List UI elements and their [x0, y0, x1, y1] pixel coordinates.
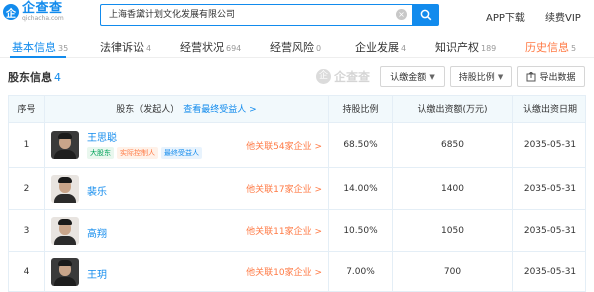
top-header: 企 企查查 qichacha.com 上海香黛计划文化发展有限公司 × APP下…: [0, 0, 594, 32]
associated-companies-link[interactable]: 他关联11家企业 >: [246, 224, 322, 237]
holder-cell: 高翔 他关联11家企业 >: [45, 210, 329, 251]
active-tab-indicator: [10, 56, 66, 58]
amount-cell: 6850: [393, 123, 513, 167]
search-button[interactable]: [412, 4, 439, 26]
site-logo[interactable]: 企 企查查 qichacha.com: [3, 2, 64, 22]
tag-controller: 实际控制人: [117, 147, 158, 159]
logo-domain: qichacha.com: [22, 15, 64, 22]
tab-basic-info[interactable]: 基本信息 35: [12, 39, 68, 55]
date-cell: 2035-05-31: [523, 140, 577, 150]
clear-search-icon[interactable]: ×: [396, 9, 407, 20]
watermark-logo: 企 企查查: [316, 68, 370, 85]
date-cell: 2035-05-31: [523, 225, 577, 236]
holder-tags: 大股东 实际控制人 最终受益人: [87, 147, 202, 159]
col-amount: 认缴出资额(万元): [393, 96, 513, 124]
export-button[interactable]: 导出数据: [517, 66, 585, 87]
nav-tabs: 基本信息 35 法律诉讼 4 经营状况 694 经营风险 0 企业发展 4 知识产权 189…: [0, 36, 594, 58]
holder-name[interactable]: 王玥: [87, 266, 107, 281]
table-row: 3 高翔 他关联11家企业 > 10.50% 1050 2035-05-31: [8, 210, 586, 252]
ratio-cell: 10.50%: [329, 210, 393, 251]
logo-mark-icon: 企: [3, 4, 19, 20]
tab-operations[interactable]: 经营状况 694: [180, 39, 241, 55]
associated-companies-link[interactable]: 他关联17家企业 >: [246, 182, 322, 195]
search-icon: [420, 9, 431, 21]
row-index: 4: [9, 252, 45, 291]
date-cell: 2035-05-31: [523, 183, 577, 194]
associated-companies-link[interactable]: 他关联10家企业 >: [246, 265, 322, 278]
date-cell: 2035-05-31: [523, 266, 577, 277]
col-holder: 股东（发起人） 查看最终受益人 >: [45, 96, 329, 124]
avatar[interactable]: [51, 258, 79, 286]
chevron-down-icon: ▼: [497, 72, 504, 81]
amount-cell: 1400: [393, 168, 513, 209]
avatar[interactable]: [51, 175, 79, 203]
associated-companies-link[interactable]: 他关联54家企业 >: [246, 139, 322, 152]
tab-development[interactable]: 企业发展 4: [355, 39, 406, 55]
section-count: 4: [54, 71, 61, 84]
avatar[interactable]: [51, 217, 79, 245]
tab-history[interactable]: 历史信息 5: [525, 39, 576, 55]
sort-amount-button[interactable]: 认缴金额 ▼: [380, 66, 445, 87]
renew-vip-link[interactable]: 续费VIP: [545, 9, 581, 24]
section-title: 股东信息 4: [8, 71, 61, 84]
amount-cell: 1050: [393, 210, 513, 251]
holder-cell: 裴乐 他关联17家企业 >: [45, 168, 329, 209]
table-row: 4 王玥 他关联10家企业 > 7.00% 700 2035-05-31: [8, 252, 586, 292]
logo-title: 企查查: [22, 1, 63, 16]
col-date: 认缴出资日期: [522, 105, 577, 115]
ratio-cell: 68.50%: [329, 123, 393, 167]
col-index: 序号: [9, 96, 45, 124]
table-header: 序号 股东（发起人） 查看最终受益人 > 持股比例 认缴出资额(万元) 认缴出资日…: [8, 95, 586, 124]
holder-name[interactable]: 高翔: [87, 225, 107, 240]
beneficiary-link[interactable]: 查看最终受益人 >: [183, 105, 256, 115]
tab-ip[interactable]: 知识产权 189: [435, 39, 496, 55]
watermark-icon: 企: [316, 69, 331, 84]
holder-cell: 王玥 他关联10家企业 >: [45, 252, 329, 291]
table-row: 1 王思聪 大股东 实际控制人 最终受益人 他关联54家企业 > 68.50% …: [8, 123, 586, 168]
tab-legal[interactable]: 法律诉讼 4: [100, 39, 151, 55]
tag-beneficiary: 最终受益人: [161, 147, 202, 159]
sort-ratio-button[interactable]: 持股比例 ▼: [450, 66, 512, 87]
row-index: 1: [9, 123, 45, 167]
ratio-cell: 7.00%: [329, 252, 393, 291]
amount-cell: 700: [393, 252, 513, 291]
holder-name[interactable]: 裴乐: [87, 183, 107, 198]
chevron-down-icon: ▼: [429, 72, 435, 81]
app-download-link[interactable]: APP下载: [486, 9, 525, 24]
search-input[interactable]: 上海香黛计划文化发展有限公司: [100, 4, 412, 26]
tab-risk[interactable]: 经营风险 0: [270, 39, 321, 55]
avatar[interactable]: [51, 131, 79, 159]
row-index: 3: [9, 210, 45, 251]
row-index: 2: [9, 168, 45, 209]
holder-name[interactable]: 王思聪: [87, 129, 117, 144]
holder-cell: 王思聪 大股东 实际控制人 最终受益人 他关联54家企业 >: [45, 123, 329, 167]
table-row: 2 裴乐 他关联17家企业 > 14.00% 1400 2035-05-31: [8, 168, 586, 210]
export-icon: [526, 71, 536, 81]
ratio-cell: 14.00%: [329, 168, 393, 209]
col-ratio: 持股比例: [329, 96, 393, 124]
tag-major-shareholder: 大股东: [87, 147, 114, 159]
